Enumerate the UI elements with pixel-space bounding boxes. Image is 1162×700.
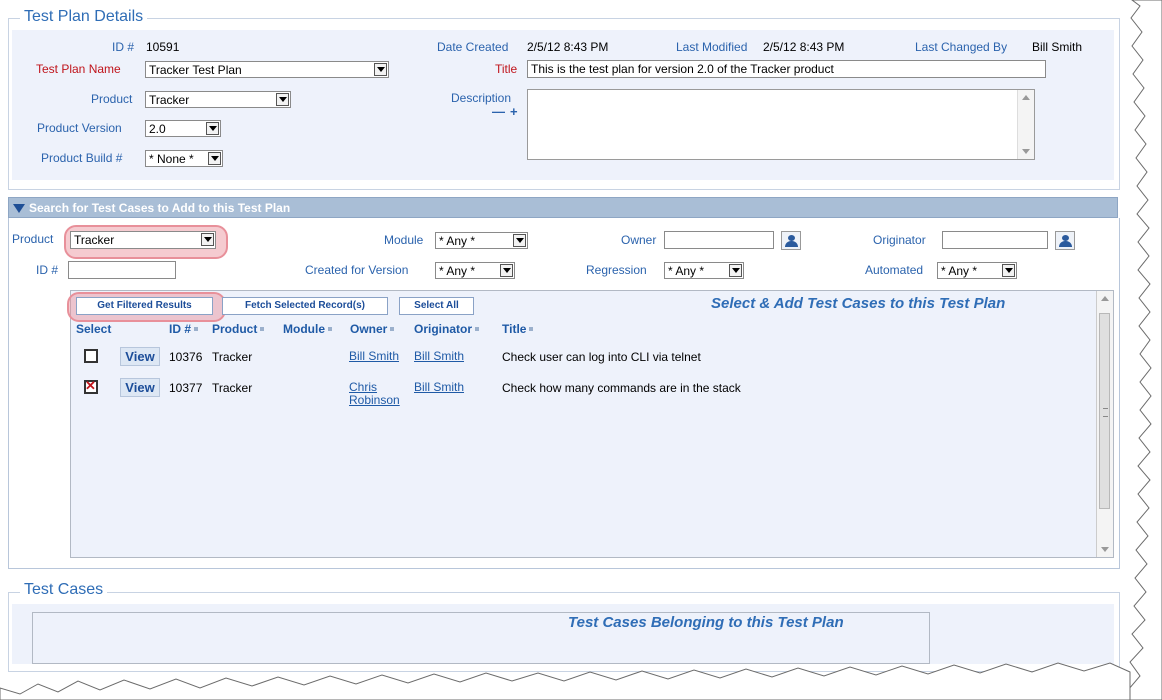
chevron-down-icon: [208, 152, 221, 165]
select-all-button[interactable]: Select All: [399, 297, 474, 315]
results-panel-title: Select & Add Test Cases to this Test Pla…: [711, 295, 1006, 312]
product-version-select[interactable]: 2.0: [145, 120, 221, 137]
automated-select[interactable]: * Any *: [937, 262, 1017, 279]
col-originator[interactable]: Originator: [414, 322, 480, 336]
expand-icon[interactable]: +: [510, 104, 518, 119]
product-build-select[interactable]: * None *: [145, 150, 223, 167]
search-product-label: Product: [12, 232, 54, 246]
chevron-down-icon: [201, 233, 214, 246]
app-window: Test Plan Details ID # 10591 Date Create…: [0, 0, 1162, 700]
get-filtered-results-button[interactable]: Get Filtered Results: [76, 297, 213, 315]
cell-id: 10377: [169, 381, 203, 395]
chevron-down-icon: [374, 63, 387, 76]
scroll-down-icon[interactable]: [1101, 547, 1109, 552]
module-label: Module: [384, 233, 424, 247]
module-value: * Any *: [439, 234, 476, 248]
date-created-value: 2/5/12 8:43 PM: [527, 40, 609, 54]
row-select-checkbox[interactable]: [84, 349, 98, 363]
description-textarea[interactable]: [527, 89, 1035, 160]
originator-link[interactable]: Bill Smith: [414, 381, 464, 394]
test-cases-legend: Test Cases: [20, 581, 108, 599]
automated-label: Automated: [865, 263, 924, 277]
title-value: This is the test plan for version 2.0 of…: [531, 62, 834, 76]
originator-field[interactable]: [942, 231, 1048, 249]
regression-label: Regression: [586, 263, 647, 277]
module-select[interactable]: * Any *: [435, 232, 528, 249]
product-build-label: Product Build #: [41, 151, 123, 165]
chevron-down-icon: [1002, 264, 1015, 277]
row-select-checkbox[interactable]: [84, 378, 98, 394]
test-plan-name-value: Tracker Test Plan: [149, 63, 242, 77]
chevron-down-icon: [276, 93, 289, 106]
product-select[interactable]: Tracker: [145, 91, 291, 108]
search-product-value: Tracker: [74, 233, 115, 247]
search-section-title: Search for Test Cases to Add to this Tes…: [29, 201, 291, 215]
last-changed-by-label: Last Changed By: [915, 40, 1008, 54]
product-version-label: Product Version: [37, 121, 122, 135]
test-plan-name-select[interactable]: Tracker Test Plan: [145, 61, 389, 78]
test-plan-name-label: Test Plan Name: [36, 62, 121, 76]
cell-product: Tracker: [212, 350, 253, 364]
fetch-selected-records-button[interactable]: Fetch Selected Record(s): [222, 297, 388, 315]
owner-link-line2[interactable]: Robinson: [349, 394, 400, 407]
search-section-header[interactable]: Search for Test Cases to Add to this Tes…: [8, 197, 1118, 218]
chevron-down-icon: [513, 234, 526, 247]
col-id[interactable]: ID #: [169, 322, 199, 336]
last-changed-by-value: Bill Smith: [1032, 40, 1083, 54]
chevron-down-icon: [500, 264, 513, 277]
owner-label: Owner: [621, 233, 657, 247]
view-button[interactable]: View: [120, 347, 160, 366]
product-label: Product: [91, 92, 133, 106]
collapse-triangle-icon[interactable]: [13, 204, 25, 213]
search-id-label: ID #: [36, 263, 59, 277]
results-scrollbar[interactable]: [1096, 291, 1113, 557]
search-product-select[interactable]: Tracker: [70, 231, 216, 249]
scroll-up-icon[interactable]: [1022, 95, 1030, 100]
owner-lookup-user-icon[interactable]: [781, 231, 801, 250]
col-select: Select: [76, 322, 112, 336]
scroll-down-icon[interactable]: [1022, 149, 1030, 154]
scrollbar-thumb[interactable]: [1099, 313, 1110, 509]
originator-label: Originator: [873, 233, 926, 247]
search-id-field[interactable]: [68, 261, 176, 279]
last-modified-value: 2/5/12 8:43 PM: [763, 40, 845, 54]
scroll-up-icon[interactable]: [1101, 296, 1109, 301]
regression-select[interactable]: * Any *: [664, 262, 744, 279]
originator-link[interactable]: Bill Smith: [414, 350, 464, 363]
product-build-value: * None *: [149, 152, 194, 166]
owner-field[interactable]: [664, 231, 774, 249]
created-for-version-value: * Any *: [439, 264, 476, 278]
col-title[interactable]: Title: [502, 322, 534, 336]
id-value: 10591: [146, 40, 180, 54]
view-button[interactable]: View: [120, 378, 160, 397]
cell-id: 10376: [169, 350, 203, 364]
created-for-version-label: Created for Version: [305, 263, 409, 277]
cell-title: Check how many commands are in the stack: [502, 381, 741, 395]
automated-value: * Any *: [941, 264, 978, 278]
id-label: ID #: [112, 40, 135, 54]
col-module[interactable]: Module: [283, 322, 332, 336]
title-field[interactable]: This is the test plan for version 2.0 of…: [527, 60, 1046, 78]
title-label: Title: [495, 62, 518, 76]
cell-product: Tracker: [212, 381, 253, 395]
chevron-down-icon: [206, 122, 219, 135]
date-created-label: Date Created: [437, 40, 509, 54]
description-scrollbar[interactable]: [1017, 90, 1034, 159]
description-label: Description: [451, 91, 512, 105]
owner-link[interactable]: Bill Smith: [349, 350, 399, 363]
product-version-value: 2.0: [149, 122, 166, 136]
created-for-version-select[interactable]: * Any *: [435, 262, 515, 279]
originator-lookup-user-icon[interactable]: [1055, 231, 1075, 250]
collapse-icon[interactable]: —: [492, 104, 505, 119]
test-plan-details-legend: Test Plan Details: [20, 8, 148, 26]
last-modified-label: Last Modified: [676, 40, 748, 54]
chevron-down-icon: [729, 264, 742, 277]
col-owner[interactable]: Owner: [350, 322, 395, 336]
regression-value: * Any *: [668, 264, 705, 278]
product-value: Tracker: [149, 93, 190, 107]
cell-title: Check user can log into CLI via telnet: [502, 350, 701, 364]
test-cases-panel-title: Test Cases Belonging to this Test Plan: [568, 614, 844, 631]
col-product[interactable]: Product: [212, 322, 265, 336]
